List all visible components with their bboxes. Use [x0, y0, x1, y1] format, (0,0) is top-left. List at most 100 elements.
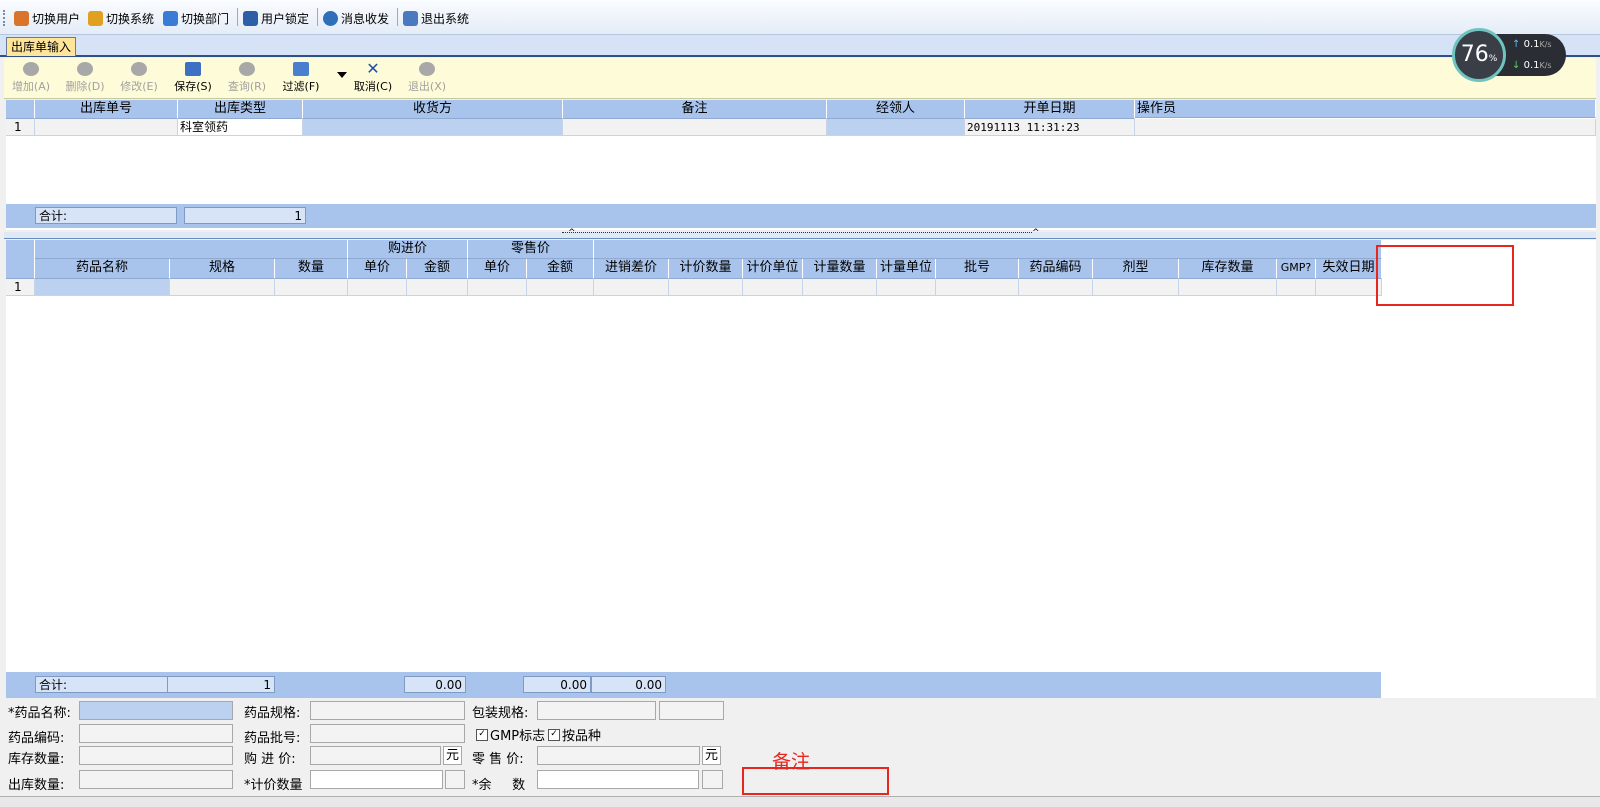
column-header[interactable]: 批号 [936, 259, 1019, 279]
network-speed-widget[interactable]: 76% ↑ 0.1K/s ↓ 0.1K/s [1452, 28, 1570, 88]
column-header[interactable]: 出库类型 [178, 100, 303, 119]
retail-price-field[interactable] [537, 746, 700, 765]
detail-grid: 购进价 零售价 药品名称 规格 数量 单价 金额 单价 金额 进销差价 计价数量… [6, 240, 1596, 698]
batch-cell[interactable] [936, 279, 1019, 296]
user-lock-menu[interactable]: 用户锁定 [243, 8, 309, 28]
open-date-cell[interactable]: 20191113 11:31:23 [965, 119, 1135, 136]
column-header[interactable]: 经领人 [827, 100, 965, 119]
retail-amount-cell[interactable] [527, 279, 594, 296]
gmp-cell[interactable] [1277, 279, 1316, 296]
dosage-form-cell[interactable] [1093, 279, 1179, 296]
gmp-checkbox[interactable]: ✓ GMP标志 [476, 725, 545, 744]
measure-qty-cell[interactable] [803, 279, 877, 296]
column-header[interactable]: 计价数量 [669, 259, 743, 279]
column-header[interactable]: 单价 [348, 259, 407, 279]
column-header[interactable]: 单价 [468, 259, 527, 279]
outbound-type-cell[interactable]: 科室领药 [178, 119, 303, 136]
grid-splitter[interactable]: ^ ^ [4, 228, 1596, 239]
switch-department-menu[interactable]: 切换部门 [163, 8, 229, 28]
cancel-button[interactable]: ✕ 取消(C) [350, 61, 396, 96]
column-header[interactable]: 剂型 [1093, 259, 1179, 279]
column-header[interactable]: 出库单号 [35, 100, 178, 119]
menu-grip[interactable] [3, 10, 7, 26]
drug-batch-field[interactable] [310, 724, 465, 743]
column-header[interactable]: 计量数量 [803, 259, 877, 279]
remark-cell[interactable] [563, 119, 827, 136]
pricing-qty-field[interactable] [310, 770, 443, 789]
purchase-unit-price-cell[interactable] [348, 279, 407, 296]
message-menu[interactable]: 消息收发 [323, 8, 389, 28]
package-spec-field[interactable] [537, 701, 656, 720]
column-header[interactable]: 规格 [170, 259, 275, 279]
add-button[interactable]: 增加(A) [8, 62, 54, 96]
drug-name-field[interactable] [79, 701, 233, 720]
remain-field[interactable] [537, 770, 699, 789]
column-header[interactable]: 备注 [563, 100, 827, 119]
column-header[interactable]: 金额 [407, 259, 468, 279]
drug-spec-field[interactable] [310, 701, 465, 720]
retail-unit-price-cell[interactable] [468, 279, 527, 296]
modify-button[interactable]: 修改(E) [116, 62, 162, 96]
by-variety-checkbox[interactable]: ✓ 按品种 [548, 725, 601, 744]
master-row-number: 1 [6, 119, 35, 136]
pricing-qty-cell[interactable] [669, 279, 743, 296]
pricing-qty-unit-field[interactable] [445, 770, 465, 789]
tab-outbound-order-input[interactable]: 出库单输入 [6, 37, 77, 56]
exit-button[interactable]: 退出(X) [404, 62, 450, 96]
column-header[interactable]: 药品编码 [1019, 259, 1093, 279]
column-header[interactable]: 操作员 [1135, 100, 1596, 118]
switch-user-menu[interactable]: 切换用户 [14, 8, 80, 28]
drug-code-cell[interactable] [1019, 279, 1093, 296]
download-unit: K/s [1539, 61, 1552, 70]
column-header[interactable]: 开单日期 [965, 100, 1135, 119]
switch-system-menu[interactable]: 切换系统 [88, 8, 154, 28]
stock-qty-field[interactable] [79, 746, 233, 765]
column-header[interactable]: 库存数量 [1179, 259, 1277, 279]
switch-department-label: 切换部门 [181, 11, 230, 26]
quantity-cell[interactable] [275, 279, 348, 296]
column-header[interactable]: 计量单位 [877, 259, 936, 279]
column-header[interactable]: 计价单位 [743, 259, 803, 279]
master-summary-count: 1 [184, 207, 306, 224]
receiver-cell[interactable] [303, 119, 563, 136]
pricing-unit-cell[interactable] [743, 279, 803, 296]
stock-qty-cell[interactable] [1179, 279, 1277, 296]
detail-summary-label: 合计: [35, 676, 169, 693]
column-header[interactable]: 进销差价 [594, 259, 669, 279]
price-diff-cell[interactable] [594, 279, 669, 296]
column-header[interactable]: 收货方 [303, 100, 563, 119]
package-spec-unit-field[interactable] [659, 701, 724, 720]
exit-system-menu[interactable]: 退出系统 [403, 8, 469, 28]
out-qty-field[interactable] [79, 770, 233, 789]
column-header[interactable]: GMP? [1277, 259, 1316, 279]
splitter-expand-icon[interactable]: ^ [1032, 228, 1040, 238]
operator-cell[interactable] [1135, 119, 1596, 136]
column-header[interactable]: 失效日期 [1316, 259, 1382, 279]
splitter-collapse-icon[interactable]: ^ [568, 228, 576, 238]
column-header[interactable]: 药品名称 [35, 259, 170, 279]
query-button[interactable]: 查询(R) [224, 62, 270, 96]
drug-name-cell[interactable] [35, 279, 170, 296]
filter-dropdown-arrow[interactable] [337, 72, 347, 78]
exit-toolbar-icon [419, 62, 435, 76]
save-button[interactable]: 保存(S) [170, 62, 216, 96]
column-header[interactable]: 金额 [527, 259, 594, 279]
handler-cell[interactable] [827, 119, 965, 136]
column-header[interactable]: 数量 [275, 259, 348, 279]
splitter-grip[interactable] [562, 232, 1032, 238]
remain-unit-field[interactable] [702, 770, 723, 789]
download-speed: ↓ 0.1K/s [1512, 60, 1552, 71]
delete-button[interactable]: 删除(D) [62, 62, 108, 96]
entry-form: *药品名称: 药品规格: 包装规格: 药品编码: 药品批号: ✓ GMP标志 ✓… [0, 699, 1600, 795]
spec-cell[interactable] [170, 279, 275, 296]
drug-code-field[interactable] [79, 724, 233, 743]
expiry-date-cell[interactable] [1316, 279, 1382, 296]
retail-price-group-header: 零售价 [468, 240, 594, 259]
order-no-cell[interactable] [35, 119, 178, 136]
purchase-amount-cell[interactable] [407, 279, 468, 296]
save-label: 保存(S) [174, 80, 212, 93]
filter-button[interactable]: 过滤(F) [278, 62, 324, 96]
tab-bar [0, 35, 1600, 57]
purchase-price-field[interactable] [310, 746, 441, 765]
measure-unit-cell[interactable] [877, 279, 936, 296]
